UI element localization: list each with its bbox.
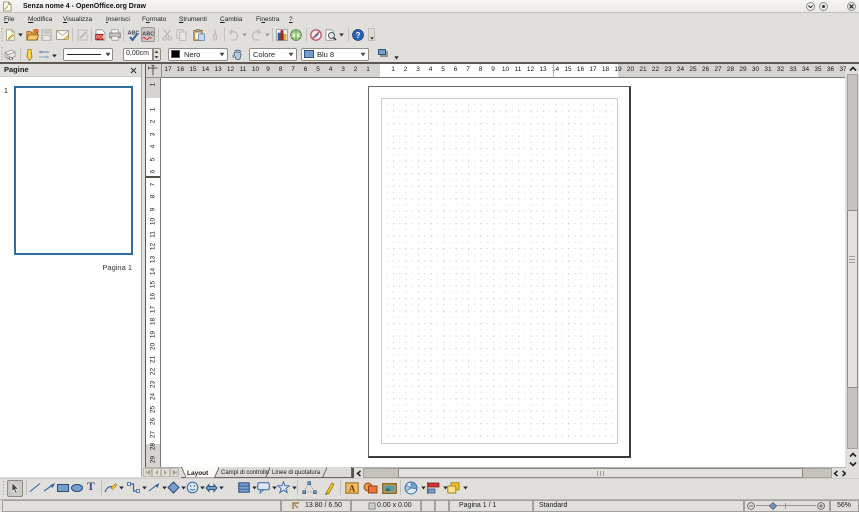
svg-text:?: ?	[356, 31, 361, 40]
svg-text:ABC: ABC	[128, 31, 140, 37]
svg-text:ABC: ABC	[142, 32, 154, 38]
svg-text:PDF: PDF	[96, 35, 105, 40]
svg-text:A: A	[349, 484, 356, 494]
